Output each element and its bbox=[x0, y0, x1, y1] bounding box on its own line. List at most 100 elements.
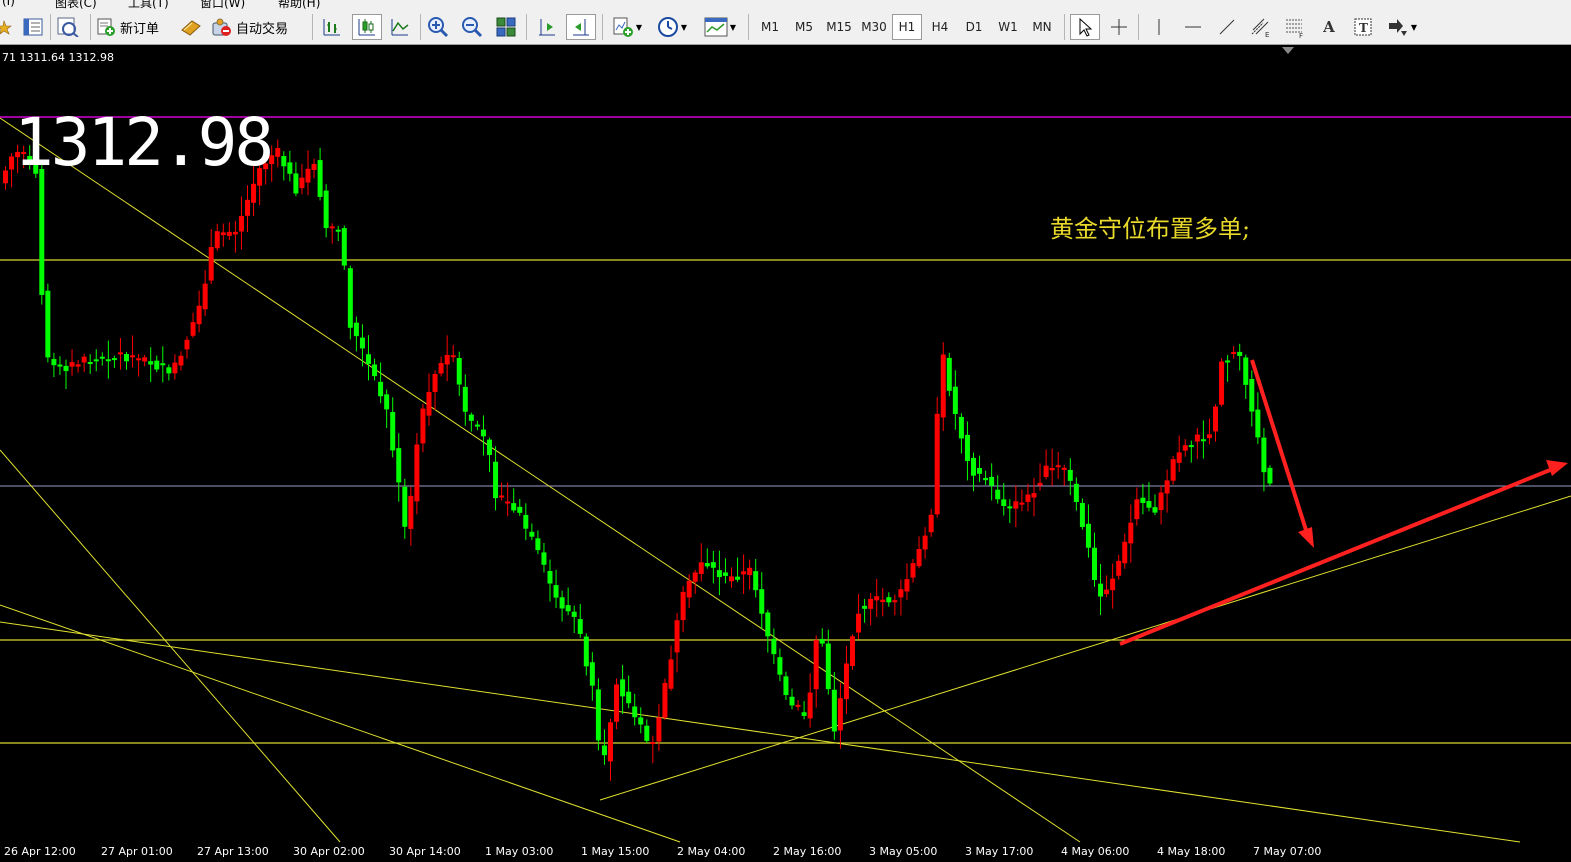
text-tool-icon[interactable]: A bbox=[1314, 14, 1344, 40]
timeframe-m1[interactable]: M1 bbox=[754, 14, 786, 40]
tile-windows-icon[interactable] bbox=[492, 14, 520, 40]
timeframe-d1[interactable]: D1 bbox=[958, 14, 990, 40]
candle-body bbox=[87, 362, 93, 365]
candle-body bbox=[154, 360, 160, 370]
candle-body bbox=[1200, 439, 1206, 442]
menu-item-file[interactable]: (I) bbox=[2, 0, 15, 8]
svg-text:E: E bbox=[1265, 31, 1269, 38]
candle-body bbox=[553, 585, 559, 598]
chart-annotation[interactable]: 黄金守位布置多单; bbox=[1050, 209, 1250, 244]
candle-body bbox=[148, 361, 154, 365]
ohlc-readout: 71 1311.64 1312.98 bbox=[2, 51, 114, 64]
text-label-tool-icon[interactable]: T bbox=[1348, 14, 1378, 40]
candle-body bbox=[977, 468, 983, 474]
candlestick-chart-icon[interactable] bbox=[352, 14, 382, 40]
candle-body bbox=[196, 305, 202, 325]
market-watch-icon[interactable] bbox=[20, 14, 46, 40]
time-axis-label: 4 May 06:00 bbox=[1061, 845, 1130, 858]
time-axis-label: 30 Apr 14:00 bbox=[389, 845, 461, 858]
candle-body bbox=[1110, 578, 1116, 591]
candle-body bbox=[450, 355, 456, 358]
indicators-dropdown[interactable]: ▼ bbox=[608, 14, 646, 40]
new-order-button[interactable]: 新订单 bbox=[96, 14, 172, 40]
candle-body bbox=[1243, 357, 1249, 385]
strategy-tester-icon[interactable] bbox=[54, 14, 82, 40]
candle-body bbox=[202, 283, 208, 310]
chart-shift-icon[interactable] bbox=[532, 14, 562, 40]
timeframe-d1-label: D1 bbox=[965, 20, 983, 34]
candle-body bbox=[1067, 469, 1073, 481]
zoom-out-icon[interactable] bbox=[458, 14, 486, 40]
templates-dropdown[interactable]: ▼ bbox=[700, 14, 740, 40]
candle-body bbox=[565, 605, 571, 612]
text-tool-label: A bbox=[1323, 18, 1335, 36]
candle-body bbox=[1176, 452, 1182, 463]
new-order-label: 新订单 bbox=[120, 21, 160, 37]
clock-icon bbox=[657, 17, 678, 37]
line-chart-icon[interactable] bbox=[386, 14, 414, 40]
timeframe-mn-label: MN bbox=[1032, 20, 1052, 34]
candle-body bbox=[608, 722, 613, 762]
zoom-in-icon[interactable] bbox=[424, 14, 452, 40]
auto-trading-icon bbox=[212, 18, 231, 36]
fibonacci-tool-icon[interactable]: F bbox=[1280, 14, 1310, 40]
candle-body bbox=[402, 486, 408, 527]
candle-body bbox=[856, 613, 862, 633]
time-axis-label: 4 May 18:00 bbox=[1157, 845, 1226, 858]
bar-chart-icon[interactable] bbox=[318, 14, 346, 40]
timeframe-m5[interactable]: M5 bbox=[788, 14, 820, 40]
timeframe-w1-label: W1 bbox=[998, 20, 1018, 34]
candle-body bbox=[414, 444, 420, 502]
equidistant-channel-tool-icon[interactable]: E bbox=[1246, 14, 1276, 40]
auto-trading-button[interactable]: 自动交易 bbox=[210, 14, 304, 40]
candle-body bbox=[1255, 409, 1261, 438]
metaeditor-icon[interactable] bbox=[178, 14, 204, 40]
candle-body bbox=[1194, 434, 1200, 442]
candle-body bbox=[940, 354, 946, 418]
candle-body bbox=[1092, 547, 1097, 581]
trendline-tool-icon[interactable] bbox=[1212, 14, 1242, 40]
menu-item-tools[interactable]: 工具(T) bbox=[128, 0, 169, 9]
candle-body bbox=[1031, 493, 1037, 498]
current-price-display: 1312.98 bbox=[14, 104, 274, 181]
candle-body bbox=[426, 391, 432, 416]
star-icon[interactable] bbox=[0, 14, 14, 40]
candle-body bbox=[886, 597, 892, 603]
timeframe-h1[interactable]: H1 bbox=[892, 14, 922, 40]
crosshair-tool-icon[interactable] bbox=[1104, 14, 1134, 40]
candle-body bbox=[172, 362, 178, 374]
candle-body bbox=[245, 199, 250, 216]
candle-body bbox=[311, 163, 317, 171]
candle-body bbox=[589, 662, 595, 686]
candle-body bbox=[1037, 482, 1043, 486]
vertical-line-tool-icon[interactable] bbox=[1144, 14, 1174, 40]
timeframe-w1[interactable]: W1 bbox=[992, 14, 1024, 40]
candle-body bbox=[420, 408, 426, 444]
candle-body bbox=[323, 190, 329, 229]
candle-body bbox=[208, 247, 214, 281]
auto-scroll-icon[interactable] bbox=[566, 14, 596, 40]
menu-item-window[interactable]: 窗口(W) bbox=[200, 0, 245, 9]
periods-dropdown[interactable]: ▼ bbox=[652, 14, 692, 40]
timeframe-h4[interactable]: H4 bbox=[924, 14, 956, 40]
candle-body bbox=[3, 170, 8, 184]
menu-item-help[interactable]: 帮助(H) bbox=[278, 0, 320, 9]
time-axis-label: 1 May 15:00 bbox=[581, 845, 650, 858]
candle-body bbox=[922, 535, 928, 550]
candle-body bbox=[1152, 507, 1158, 513]
candle-body bbox=[547, 570, 553, 584]
menu-item-charts[interactable]: 图表(C) bbox=[55, 0, 97, 9]
auto-trading-label: 自动交易 bbox=[236, 21, 289, 37]
cursor-tool-icon[interactable] bbox=[1070, 14, 1100, 40]
candle-body bbox=[626, 691, 632, 704]
timeframe-m30[interactable]: M30 bbox=[858, 14, 890, 40]
arrows-dropdown[interactable]: ▼ bbox=[1382, 14, 1422, 40]
horizontal-line-tool-icon[interactable] bbox=[1178, 14, 1208, 40]
candle-body bbox=[571, 611, 577, 617]
timeframe-mn[interactable]: MN bbox=[1026, 14, 1058, 40]
timeframe-m15[interactable]: M15 bbox=[822, 14, 856, 40]
templates-icon bbox=[704, 17, 728, 37]
candle-body bbox=[57, 364, 63, 367]
time-axis-label: 27 Apr 01:00 bbox=[101, 845, 173, 858]
candle-body bbox=[680, 591, 686, 621]
